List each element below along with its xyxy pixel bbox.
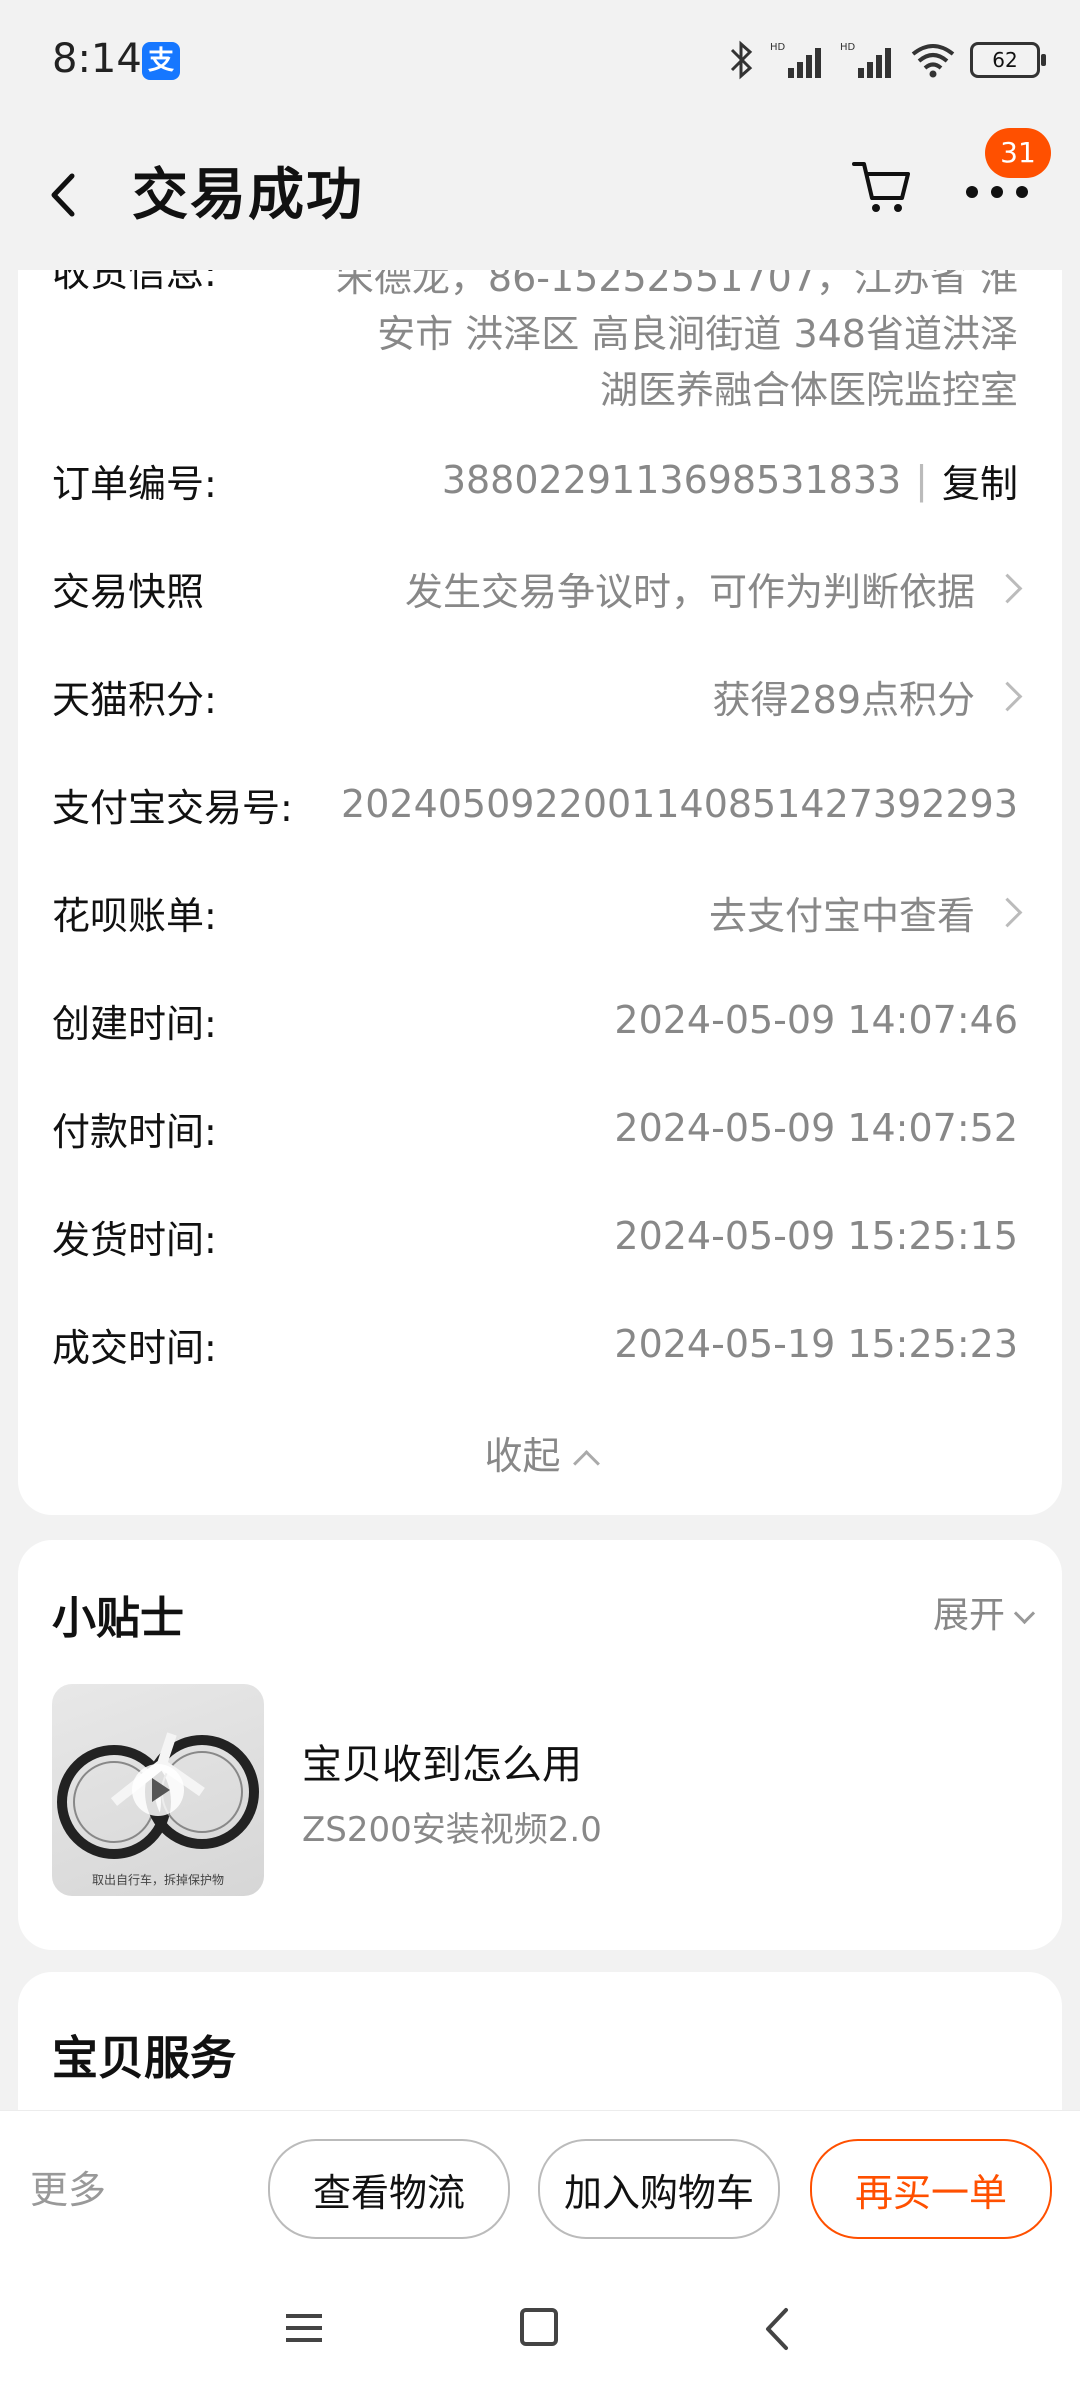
chevron-right-icon bbox=[992, 573, 1023, 603]
status-icons: HD HD 62 bbox=[726, 38, 1046, 82]
alipay-notification-icon: 支 bbox=[142, 42, 180, 80]
address-line-1: 宋德龙，86-15252551707，江苏省 淮 bbox=[335, 270, 1018, 300]
created-time-row: 创建时间: 2024-05-09 14:07:46 bbox=[52, 990, 1018, 1050]
service-title: 宝贝服务 bbox=[52, 2031, 236, 2085]
tip-item-subtitle: ZS200安装视频2.0 bbox=[302, 1810, 602, 1850]
status-bar: 8:14 支 HD HD 62 bbox=[0, 0, 1080, 120]
order-number-label: 订单编号: bbox=[52, 461, 217, 506]
chevron-up-icon bbox=[572, 1450, 600, 1477]
signal-icon-2: HD bbox=[840, 42, 891, 78]
snapshot-value: 发生交易争议时，可作为判断依据 bbox=[404, 569, 975, 614]
more-icon[interactable] bbox=[962, 172, 1032, 212]
notification-badge: 31 bbox=[985, 128, 1051, 178]
tips-card: 小贴士 展开 取出自行车，拆掉保护物 宝贝收到怎么用 ZS200安装视频2.0 bbox=[18, 1540, 1062, 1950]
tmall-points-value: 获得289点积分 bbox=[712, 677, 975, 722]
signal-icon: HD bbox=[770, 42, 821, 78]
wifi-icon bbox=[911, 44, 955, 78]
back-icon[interactable] bbox=[42, 160, 82, 230]
buy-again-button[interactable]: 再买一单 bbox=[810, 2139, 1052, 2239]
completed-time-value: 2024-05-19 15:25:23 bbox=[614, 1322, 1018, 1366]
tmall-points-row[interactable]: 天猫积分: 获得289点积分 bbox=[52, 666, 1023, 726]
tmall-points-label: 天猫积分: bbox=[52, 677, 217, 722]
bottom-action-bar: 更多 查看物流 加入购物车 再买一单 bbox=[0, 2110, 1080, 2261]
shipped-time-value: 2024-05-09 15:25:15 bbox=[614, 1214, 1018, 1258]
chevron-right-icon bbox=[992, 681, 1023, 711]
play-icon bbox=[132, 1764, 184, 1816]
divider: | bbox=[915, 458, 928, 502]
created-time-value: 2024-05-09 14:07:46 bbox=[614, 998, 1018, 1042]
expand-button[interactable]: 展开 bbox=[932, 1586, 1036, 1638]
service-card: 宝贝服务 bbox=[18, 1972, 1062, 2132]
huabei-value: 去支付宝中查看 bbox=[708, 893, 975, 938]
shipped-time-row: 发货时间: 2024-05-09 15:25:15 bbox=[52, 1206, 1018, 1266]
address-label: 收货信息: bbox=[52, 270, 217, 295]
video-thumbnail[interactable]: 取出自行车，拆掉保护物 bbox=[52, 1684, 264, 1896]
address-line-3: 湖医养融合体医院监控室 bbox=[599, 368, 1018, 412]
status-time: 8:14 bbox=[52, 36, 142, 82]
header: 交易成功 bbox=[0, 120, 1080, 270]
huabei-label: 花呗账单: bbox=[52, 893, 217, 938]
completed-time-row: 成交时间: 2024-05-19 15:25:23 bbox=[52, 1314, 1018, 1374]
completed-time-label: 成交时间: bbox=[52, 1325, 217, 1370]
order-number-value: 3880229113698531833 bbox=[441, 458, 902, 502]
nav-back-icon[interactable] bbox=[758, 2304, 798, 2354]
order-number-row: 订单编号: 3880229113698531833 | 复制 bbox=[52, 450, 1018, 510]
paid-time-row: 付款时间: 2024-05-09 14:07:52 bbox=[52, 1098, 1018, 1158]
huabei-row[interactable]: 花呗账单: 去支付宝中查看 bbox=[52, 882, 1023, 942]
tips-title: 小贴士 bbox=[52, 1593, 184, 1644]
paid-time-label: 付款时间: bbox=[52, 1109, 217, 1154]
created-time-label: 创建时间: bbox=[52, 1001, 217, 1046]
tip-item-title[interactable]: 宝贝收到怎么用 bbox=[302, 1732, 582, 1790]
alipay-trade-label: 支付宝交易号: bbox=[52, 785, 293, 830]
snapshot-row[interactable]: 交易快照 发生交易争议时，可作为判断依据 bbox=[52, 558, 1023, 618]
alipay-trade-value: 2024050922001140851427392293 bbox=[341, 782, 1018, 826]
paid-time-value: 2024-05-09 14:07:52 bbox=[614, 1106, 1018, 1150]
order-details-card: 收货信息: 宋德龙，86-15252551707，江苏省 淮 安市 洪泽区 高良… bbox=[18, 270, 1062, 1515]
collapse-label: 收起 bbox=[484, 1434, 561, 1478]
collapse-button[interactable]: 收起 bbox=[18, 1425, 1062, 1480]
shipped-time-label: 发货时间: bbox=[52, 1217, 217, 1262]
view-logistics-button[interactable]: 查看物流 bbox=[268, 2139, 510, 2239]
home-icon[interactable] bbox=[520, 2308, 558, 2346]
page-title: 交易成功 bbox=[132, 163, 364, 228]
alipay-trade-row: 支付宝交易号: 2024050922001140851427392293 bbox=[52, 774, 1018, 834]
address-value: 宋德龙，86-15252551707，江苏省 淮 安市 洪泽区 高良涧街道 34… bbox=[336, 270, 1018, 418]
add-to-cart-button[interactable]: 加入购物车 bbox=[538, 2139, 780, 2239]
copy-button[interactable]: 复制 bbox=[942, 453, 1018, 508]
thumbnail-caption: 取出自行车，拆掉保护物 bbox=[91, 1873, 224, 1887]
menu-icon[interactable] bbox=[284, 2308, 324, 2348]
more-button[interactable]: 更多 bbox=[30, 2159, 106, 2214]
system-nav-bar bbox=[0, 2260, 1080, 2400]
chevron-down-icon bbox=[1013, 1602, 1036, 1625]
expand-label: 展开 bbox=[932, 1595, 1005, 1636]
bluetooth-icon bbox=[730, 40, 753, 80]
chevron-right-icon bbox=[992, 897, 1023, 927]
svg-text:HD: HD bbox=[770, 42, 786, 53]
address-line-2: 安市 洪泽区 高良涧街道 348省道洪泽 bbox=[377, 312, 1018, 356]
snapshot-label: 交易快照 bbox=[52, 569, 205, 614]
svg-text:HD: HD bbox=[840, 42, 856, 53]
battery-icon: 62 bbox=[970, 42, 1046, 78]
cart-icon[interactable] bbox=[850, 154, 914, 218]
